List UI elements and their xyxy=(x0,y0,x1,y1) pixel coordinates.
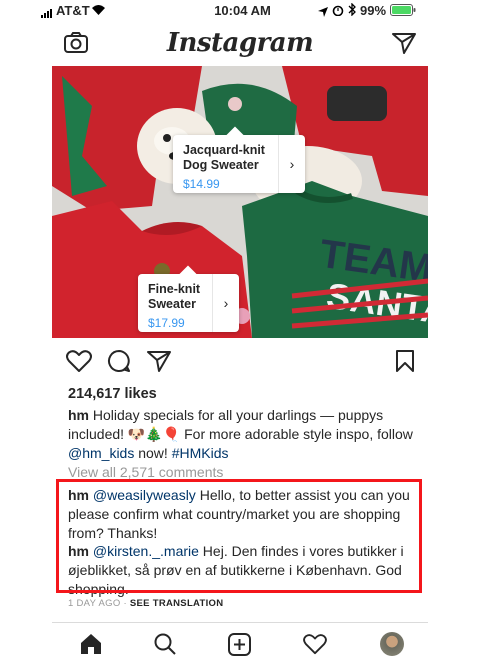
post-photo-illustration: TEAM SANTA xyxy=(52,66,428,338)
chevron-right-icon[interactable]: › xyxy=(278,135,305,193)
product-tag-price: $17.99 xyxy=(148,316,185,330)
caption-text: Holiday specials for all your darlings —… xyxy=(68,407,413,442)
home-icon[interactable] xyxy=(79,633,103,660)
bluetooth-icon xyxy=(348,2,356,19)
bookmark-icon[interactable] xyxy=(396,350,414,377)
bottom-tab-bar xyxy=(52,622,428,664)
product-tag-price: $14.99 xyxy=(183,177,220,191)
comment-icon[interactable] xyxy=(107,349,131,378)
battery-icon xyxy=(390,4,416,19)
product-tag-fine-knit-sweater[interactable]: Fine-knit Sweater $17.99 › xyxy=(138,265,239,332)
share-icon[interactable] xyxy=(147,349,171,378)
battery-percent: 99% xyxy=(360,3,387,18)
caption-username[interactable]: hm xyxy=(68,407,89,423)
caption: hm Holiday specials for all your darling… xyxy=(68,406,420,463)
search-icon[interactable] xyxy=(154,633,176,660)
app-header: Instagram xyxy=(52,22,428,66)
caption-mention[interactable]: @hm_kids xyxy=(68,445,134,461)
likes-count[interactable]: 214,617 likes xyxy=(68,385,157,404)
post-image[interactable]: TEAM SANTA Jacquard-knit Dog Sweater $14… xyxy=(52,66,428,338)
product-tag-name-line1: Jacquard-knit xyxy=(183,143,265,157)
direct-message-icon[interactable] xyxy=(392,32,416,59)
product-tag-dog-sweater[interactable]: Jacquard-knit Dog Sweater $14.99 › xyxy=(173,126,305,193)
alarm-icon xyxy=(332,4,344,19)
chevron-right-icon[interactable]: › xyxy=(212,274,239,332)
product-tag-name-line2: Sweater xyxy=(148,297,196,311)
highlight-box xyxy=(56,479,422,593)
timestamp: 1 DAY AGO xyxy=(68,598,121,609)
product-tag-name-line2: Dog Sweater xyxy=(183,158,259,172)
status-bar: AT&T 10:04 AM 99% xyxy=(0,0,485,22)
caption-middle: now! xyxy=(134,445,172,461)
see-translation-link[interactable]: SEE TRANSLATION xyxy=(130,598,224,609)
like-icon[interactable] xyxy=(66,350,92,378)
product-tag-name-line1: Fine-knit xyxy=(148,282,201,296)
instagram-logo: Instagram xyxy=(166,28,314,58)
profile-avatar[interactable] xyxy=(380,632,404,656)
activity-heart-icon[interactable] xyxy=(303,634,327,660)
post-meta: 1 DAY AGO · SEE TRANSLATION xyxy=(68,598,224,609)
location-icon xyxy=(318,5,328,20)
caption-hashtag[interactable]: #HMKids xyxy=(172,445,229,461)
new-post-icon[interactable] xyxy=(228,633,251,661)
